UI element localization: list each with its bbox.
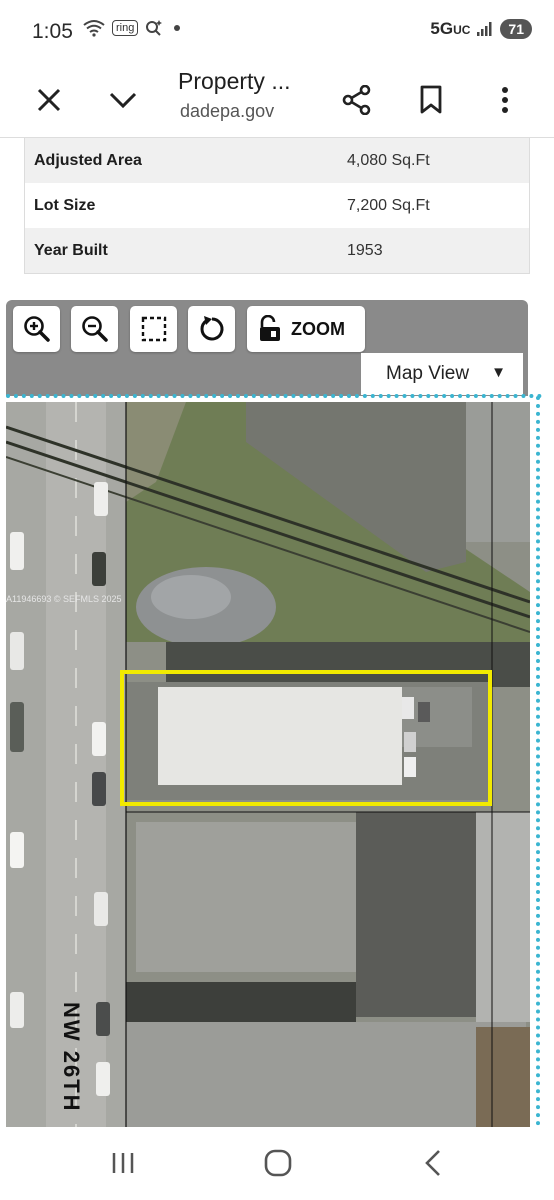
zoom-lock-button[interactable]: ZOOM [247, 306, 365, 352]
select-box-button[interactable] [130, 306, 177, 352]
map-view-select[interactable]: Map View ▼ [361, 353, 523, 395]
close-button[interactable] [25, 76, 73, 124]
info-label: Adjusted Area [34, 151, 142, 169]
zoom-in-icon [23, 316, 50, 342]
dot-icon [174, 25, 181, 31]
signal-icon [477, 22, 492, 36]
recent-apps-icon [112, 1153, 134, 1173]
close-icon [37, 88, 61, 112]
map-border-top [6, 394, 542, 398]
status-bar: 1:05 ring 5GUC 71 [0, 0, 554, 64]
refresh-button[interactable] [188, 306, 235, 352]
battery-indicator: 71 [500, 19, 532, 39]
info-label: Year Built [34, 241, 108, 259]
page-url: dadepa.gov [180, 101, 275, 121]
info-row-lot-size: Lot Size 7,200 Sq.Ft [25, 183, 529, 228]
map-toolbar: ZOOM Map View ▼ [6, 300, 528, 396]
aerial-map[interactable]: NW 26TH A11946693 © SEFMLS 2025 [6, 402, 530, 1127]
info-row-adjusted-area: Adjusted Area 4,080 Sq.Ft [25, 138, 529, 183]
info-row-year-built: Year Built 1953 [25, 228, 529, 273]
info-label: Lot Size [34, 196, 96, 214]
home-icon [264, 1149, 292, 1177]
bookmark-icon [420, 85, 442, 114]
minimize-button[interactable] [99, 76, 147, 124]
zoom-out-icon [81, 316, 108, 342]
wifi-calling-icon [83, 20, 105, 37]
zoom-in-button[interactable] [13, 306, 60, 352]
status-time: 1:05 [32, 20, 73, 43]
ring-badge: ring [112, 20, 139, 36]
status-right-icons: 5GUC 71 [430, 19, 532, 39]
home-button[interactable] [248, 1143, 308, 1183]
property-info-table: Adjusted Area 4,080 Sq.Ft Lot Size 7,200… [24, 138, 530, 274]
system-nav-bar [0, 1127, 554, 1200]
spark-search-icon [146, 20, 163, 36]
info-value: 1953 [347, 241, 383, 259]
chevron-down-icon [109, 92, 137, 109]
share-button[interactable] [333, 76, 381, 124]
share-icon [342, 85, 371, 115]
browser-app-bar: Property ... dadepa.gov [0, 64, 554, 138]
status-left-icons: ring [82, 18, 184, 38]
street-label: NW 26TH [59, 1002, 84, 1113]
back-icon [425, 1150, 440, 1176]
more-vert-icon [502, 87, 508, 113]
recent-apps-button[interactable] [93, 1143, 153, 1183]
back-button[interactable] [403, 1143, 463, 1183]
more-options-button[interactable] [481, 76, 529, 124]
zoom-label: ZOOM [291, 318, 345, 339]
bookmark-button[interactable] [407, 76, 455, 124]
select-box-icon [141, 316, 166, 342]
info-value: 7,200 Sq.Ft [347, 196, 430, 214]
refresh-icon [200, 316, 223, 341]
map-view-label: Map View [386, 363, 470, 384]
info-value: 4,080 Sq.Ft [347, 151, 430, 169]
page-title: Property ... [178, 68, 291, 94]
unlock-icon [260, 315, 280, 341]
zoom-out-button[interactable] [71, 306, 118, 352]
mls-watermark: A11946693 © SEFMLS 2025 [6, 594, 122, 604]
network-label: 5GUC [430, 19, 471, 38]
map-border-right [536, 396, 540, 1126]
caret-down-icon: ▼ [491, 364, 506, 381]
